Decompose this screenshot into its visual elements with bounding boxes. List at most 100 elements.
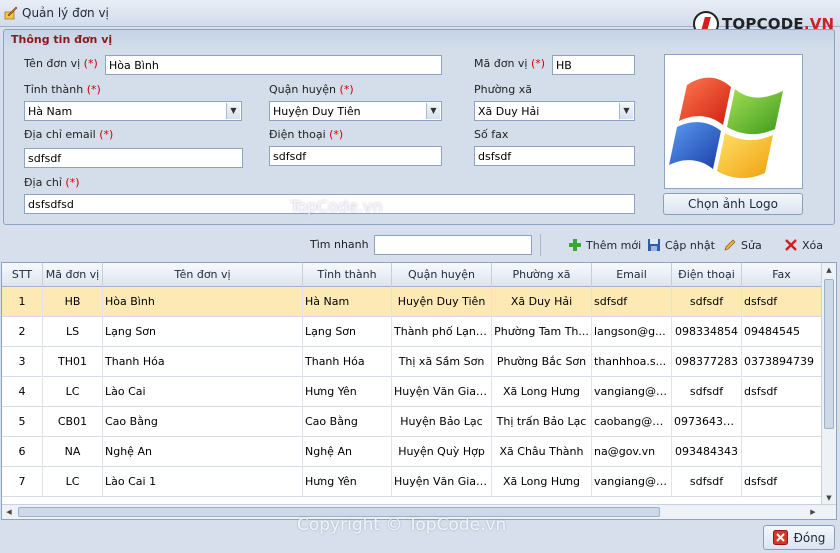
table-cell: Phường Tam Th...	[492, 317, 592, 347]
choose-logo-button[interactable]: Chọn ảnh Logo	[663, 193, 803, 215]
column-header[interactable]: Tên đơn vị	[103, 263, 303, 287]
district-label: Quận huyện (*)	[269, 83, 354, 96]
table-cell: Huyện Duy Tiên	[392, 287, 492, 317]
column-header[interactable]: Tỉnh thành	[303, 263, 392, 287]
scroll-down-icon[interactable]: ▼	[822, 491, 836, 505]
table-row[interactable]: 4 LC Lào Cai Hưng Yên Huyện Văn Giang Xã Long…	[2, 377, 822, 407]
table-cell: sdfsdf	[592, 287, 672, 317]
table-cell: Hưng Yên	[303, 377, 392, 407]
table-cell: HB	[43, 287, 103, 317]
save-icon	[648, 239, 660, 251]
table-cell: Hưng Yên	[303, 467, 392, 497]
grid-toolbar: Tìm nhanh Thêm mới Cập nhật Sửa Xóa	[0, 228, 840, 262]
table-cell: 098334854	[672, 317, 742, 347]
column-header[interactable]: Mã đơn vị	[43, 263, 103, 287]
table-cell: Lào Cai	[103, 377, 303, 407]
quick-search-input[interactable]	[374, 235, 532, 255]
table-cell: Cao Bằng	[103, 407, 303, 437]
close-icon	[772, 530, 788, 545]
close-button[interactable]: Đóng	[763, 525, 835, 550]
column-header[interactable]: Điện thoại	[672, 263, 742, 287]
chevron-down-icon[interactable]: ▼	[426, 103, 440, 119]
table-cell: 0973643437	[672, 407, 742, 437]
group-title: Thông tin đơn vị	[11, 33, 113, 46]
table-cell: Nghệ An	[303, 437, 392, 467]
table-row[interactable]: 2 LS Lạng Sơn Lạng Sơn Thành phố Lạng ... Phư…	[2, 317, 822, 347]
scroll-right-icon[interactable]: ▶	[806, 505, 820, 519]
update-button[interactable]: Cập nhật	[647, 236, 715, 254]
table-cell: LC	[43, 467, 103, 497]
table-cell: dsfsdf	[742, 287, 822, 317]
table-cell: Xã Long Hưng	[492, 467, 592, 497]
table-cell: 093484343	[672, 437, 742, 467]
close-icon	[785, 239, 797, 251]
column-header[interactable]: Email	[592, 263, 672, 287]
table-cell: Thành phố Lạng ...	[392, 317, 492, 347]
column-header[interactable]: Phường xã	[492, 263, 592, 287]
table-cell: Huyện Quỳ Hợp	[392, 437, 492, 467]
chevron-down-icon[interactable]: ▼	[619, 103, 633, 119]
table-cell: 1	[2, 287, 43, 317]
table-cell: Huyện Bảo Lạc	[392, 407, 492, 437]
unit-code-input[interactable]: HB	[552, 55, 635, 75]
province-select[interactable]: Hà Nam ▼	[24, 101, 242, 121]
table-row[interactable]: 6 NA Nghệ An Nghệ An Huyện Quỳ Hợp Xã Châu Th…	[2, 437, 822, 467]
table-cell: langson@g...	[592, 317, 672, 347]
table-cell: Lạng Sơn	[303, 317, 392, 347]
table-cell: Thị xã Sầm Sơn	[392, 347, 492, 377]
table-cell: Xã Long Hưng	[492, 377, 592, 407]
table-row[interactable]: 5 CB01 Cao Bằng Cao Bằng Huyện Bảo Lạc Thị tr…	[2, 407, 822, 437]
province-label: Tỉnh thành (*)	[24, 83, 101, 96]
table-cell: na@gov.vn	[592, 437, 672, 467]
table-cell: vangiang@g...	[592, 467, 672, 497]
table-row[interactable]: 3 TH01 Thanh Hóa Thanh Hóa Thị xã Sầm Sơn Phư…	[2, 347, 822, 377]
table-cell	[742, 407, 822, 437]
table-cell: Huyện Văn Giang	[392, 377, 492, 407]
table-row[interactable]: 1 HB Hòa Bình Hà Nam Huyện Duy Tiên Xã Duy Hả…	[2, 287, 822, 317]
table-cell: 7	[2, 467, 43, 497]
grid-header: STT Mã đơn vị Tên đơn vị Tỉnh thành Quận huy…	[2, 263, 822, 287]
ward-label: Phường xã	[474, 83, 533, 96]
table-cell: CB01	[43, 407, 103, 437]
table-row[interactable]: 7 LC Lào Cai 1 Hưng Yên Huyện Văn Giang Xã Lo…	[2, 467, 822, 497]
table-cell: 3	[2, 347, 43, 377]
scroll-up-icon[interactable]: ▲	[822, 263, 836, 277]
table-cell: Thanh Hóa	[103, 347, 303, 377]
column-header[interactable]: Fax	[742, 263, 822, 287]
unit-info-group: Thông tin đơn vị Tên đơn vị (*) Hòa Bình…	[3, 29, 835, 225]
table-cell: Nghệ An	[103, 437, 303, 467]
table-cell: Huyện Văn Giang	[392, 467, 492, 497]
district-select[interactable]: Huyện Duy Tiên ▼	[269, 101, 442, 121]
unit-name-input[interactable]: Hòa Bình	[105, 55, 442, 75]
table-cell: 4	[2, 377, 43, 407]
quick-search-label: Tìm nhanh	[310, 238, 369, 251]
table-cell: 0373894739	[742, 347, 822, 377]
table-cell: Xã Châu Thành	[492, 437, 592, 467]
table-cell: LS	[43, 317, 103, 347]
table-cell: Lào Cai 1	[103, 467, 303, 497]
phone-input[interactable]: sdfsdf	[269, 146, 442, 166]
windows-logo-icon	[669, 77, 783, 179]
email-input[interactable]: sdfsdf	[24, 148, 243, 168]
table-cell: LC	[43, 377, 103, 407]
units-grid[interactable]: STT Mã đơn vị Tên đơn vị Tỉnh thành Quận huy…	[1, 262, 837, 520]
logo-preview	[664, 54, 803, 189]
scroll-left-icon[interactable]: ◀	[2, 505, 16, 519]
table-cell: TH01	[43, 347, 103, 377]
address-label: Địa chỉ (*)	[24, 176, 80, 189]
vertical-scrollbar[interactable]: ▲ ▼	[821, 263, 836, 505]
delete-button[interactable]: Xóa	[784, 236, 823, 254]
chevron-down-icon[interactable]: ▼	[226, 103, 240, 119]
unit-code-label: Mã đơn vị (*)	[474, 57, 546, 70]
edit-button[interactable]: Sửa	[723, 236, 762, 254]
fax-input[interactable]: dsfsdf	[474, 146, 635, 166]
vertical-scroll-thumb[interactable]	[824, 279, 834, 429]
table-cell: Hà Nam	[303, 287, 392, 317]
column-header[interactable]: STT	[2, 263, 43, 287]
add-button[interactable]: Thêm mới	[568, 236, 641, 254]
table-cell: Thị trấn Bảo Lạc	[492, 407, 592, 437]
column-header[interactable]: Quận huyện	[392, 263, 492, 287]
ward-select[interactable]: Xã Duy Hải ▼	[474, 101, 635, 121]
table-cell: caobang@g...	[592, 407, 672, 437]
email-label: Địa chỉ email (*)	[24, 128, 114, 141]
